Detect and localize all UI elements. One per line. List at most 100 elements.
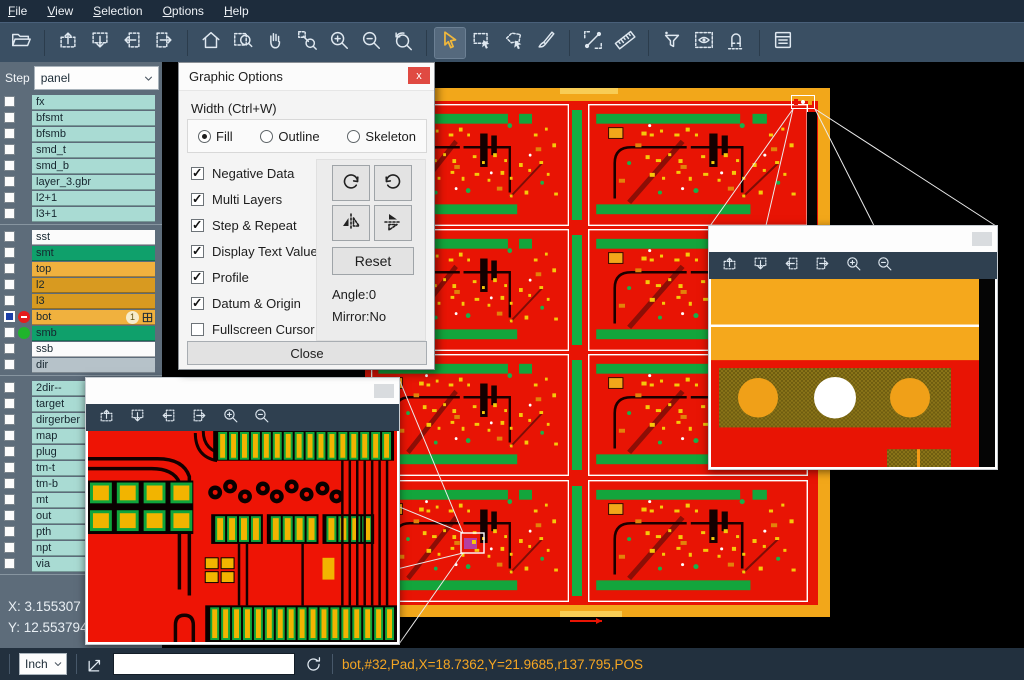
layer-row-fx[interactable]: fx	[0, 95, 162, 110]
pan-down-button[interactable]	[750, 256, 770, 276]
radio-dot[interactable]	[347, 130, 360, 143]
layer-visibility-checkbox[interactable]	[4, 160, 15, 171]
layer-pill[interactable]: l2+1	[32, 191, 155, 206]
layer-row-sst[interactable]: sst	[0, 230, 162, 245]
unit-select[interactable]: Inch	[19, 653, 67, 675]
layer-visibility-checkbox[interactable]	[4, 112, 15, 123]
zoom-out-button[interactable]	[356, 28, 386, 58]
checkbox-row-display-text-value[interactable]: Display Text Value	[191, 243, 318, 259]
layer-visibility-checkbox[interactable]	[4, 414, 15, 425]
layer-visibility-checkbox[interactable]	[4, 208, 15, 219]
radio-fill[interactable]: Fill	[198, 129, 233, 144]
command-input[interactable]	[113, 653, 295, 675]
menu-options[interactable]: Options	[163, 4, 204, 18]
layer-row-smd_t[interactable]: smd_t	[0, 143, 162, 158]
layer-visibility-checkbox[interactable]	[4, 430, 15, 441]
layer-pill[interactable]: dir	[32, 358, 155, 373]
zoom-previous-button[interactable]	[388, 28, 418, 58]
pan-right-button[interactable]	[189, 408, 209, 428]
flip-h-button[interactable]	[332, 205, 370, 241]
layer-visibility-checkbox[interactable]	[4, 478, 15, 489]
layer-row-smb[interactable]: smb	[0, 326, 162, 341]
filter-button[interactable]	[657, 28, 687, 58]
layer-pill[interactable]: l3	[32, 294, 155, 309]
layer-pill[interactable]: fx	[32, 95, 155, 110]
sync-icon[interactable]	[304, 655, 323, 674]
layer-visibility-checkbox[interactable]	[4, 542, 15, 553]
home-button[interactable]	[196, 28, 226, 58]
layer-visibility-checkbox[interactable]	[4, 231, 15, 242]
layer-pill[interactable]: l2	[32, 278, 155, 293]
checkbox-row-step-repeat[interactable]: Step & Repeat	[191, 217, 297, 233]
layer-list-panel-button[interactable]	[768, 28, 798, 58]
angle-tool-icon[interactable]	[86, 655, 105, 674]
layer-visibility-checkbox[interactable]	[4, 263, 15, 274]
zoom-out-button[interactable]	[874, 256, 894, 276]
checkbox[interactable]	[191, 193, 204, 206]
layer-row-bfsmt[interactable]: bfsmt	[0, 111, 162, 126]
view-options-button[interactable]	[689, 28, 719, 58]
layer-pill[interactable]: smb	[32, 326, 155, 341]
layer-visibility-checkbox[interactable]	[4, 398, 15, 409]
reset-button[interactable]: Reset	[332, 247, 414, 275]
layer-pill[interactable]: smt	[32, 246, 155, 261]
checkbox-row-datum-origin[interactable]: Datum & Origin	[191, 295, 301, 311]
layer-pill[interactable]: smd_b	[32, 159, 155, 174]
rotate-cw-button[interactable]	[332, 165, 370, 201]
menu-help[interactable]: Help	[224, 4, 249, 18]
layer-visibility-checkbox[interactable]	[4, 494, 15, 505]
layer-pill[interactable]: bfsmt	[32, 111, 155, 126]
layer-visibility-checkbox[interactable]	[4, 558, 15, 569]
checkbox[interactable]	[191, 323, 204, 336]
layer-pill[interactable]: ssb	[32, 342, 155, 357]
drag-zoom-button[interactable]	[292, 28, 322, 58]
layer-visibility-checkbox[interactable]	[4, 343, 15, 354]
close-button[interactable]: Close	[187, 341, 427, 365]
magnifier-window-top-right[interactable]	[708, 225, 998, 470]
radio-dot[interactable]	[260, 130, 273, 143]
layer-row-bfsmb[interactable]: bfsmb	[0, 127, 162, 142]
layer-visibility-checkbox[interactable]	[4, 311, 15, 322]
checkbox-row-fullscreen-cursor[interactable]: Fullscreen Cursor	[191, 321, 315, 337]
pan-down-button[interactable]	[85, 28, 115, 58]
pan-hand-button[interactable]	[260, 28, 290, 58]
flip-v-button[interactable]	[374, 205, 412, 241]
radio-skeleton[interactable]: Skeleton	[347, 129, 416, 144]
checkbox-row-negative-data[interactable]: Negative Data	[191, 165, 294, 181]
zoom-out-button[interactable]	[251, 408, 271, 428]
layer-pill[interactable]: bot1	[32, 310, 155, 325]
magnifier-window-bottom-left[interactable]	[85, 377, 400, 645]
dialog-close-button[interactable]: x	[408, 67, 430, 84]
checkbox[interactable]	[191, 245, 204, 258]
checkbox-row-multi-layers[interactable]: Multi Layers	[191, 191, 282, 207]
layer-visibility-checkbox[interactable]	[4, 526, 15, 537]
menu-selection[interactable]: Selection	[93, 4, 142, 18]
layer-row-dir[interactable]: dir	[0, 358, 162, 373]
layer-row-smt[interactable]: smt	[0, 246, 162, 261]
pan-left-button[interactable]	[158, 408, 178, 428]
grid-icon[interactable]	[142, 312, 153, 323]
layer-pill[interactable]: smd_t	[32, 143, 155, 158]
radio-outline[interactable]: Outline	[260, 129, 319, 144]
layer-active-indicator-green[interactable]	[18, 327, 30, 339]
measure-line-button[interactable]	[578, 28, 608, 58]
zoom-window-button[interactable]	[228, 28, 258, 58]
layer-row-top[interactable]: top	[0, 262, 162, 277]
menu-view[interactable]: View	[47, 4, 73, 18]
layer-row-l3+1[interactable]: l3+1	[0, 207, 162, 222]
layer-visibility-checkbox[interactable]	[4, 279, 15, 290]
layer-visibility-checkbox[interactable]	[4, 462, 15, 473]
magnifier-view-pad-detail[interactable]	[711, 279, 995, 467]
layer-visibility-checkbox[interactable]	[4, 192, 15, 203]
select-cursor-button[interactable]	[435, 28, 465, 58]
popup-window-button[interactable]	[374, 384, 394, 398]
snap-magnet-button[interactable]	[721, 28, 751, 58]
layer-row-l2+1[interactable]: l2+1	[0, 191, 162, 206]
pan-up-button[interactable]	[96, 408, 116, 428]
pan-right-button[interactable]	[812, 256, 832, 276]
dialog-titlebar[interactable]: Graphic Options	[179, 63, 434, 91]
layer-visibility-checkbox[interactable]	[4, 128, 15, 139]
layer-pill[interactable]: sst	[32, 230, 155, 245]
checkbox[interactable]	[191, 167, 204, 180]
select-rect-button[interactable]	[467, 28, 497, 58]
